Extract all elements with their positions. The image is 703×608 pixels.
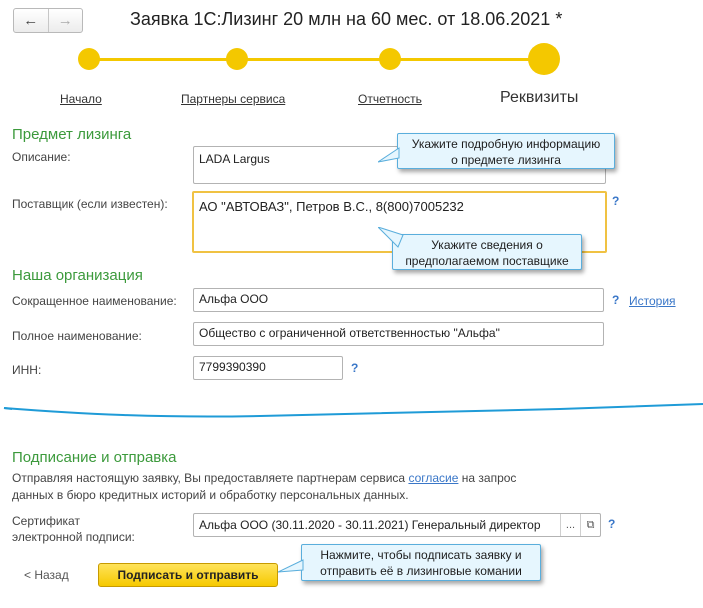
callout-supplier-line2: предполагаемом поставщике <box>405 254 569 268</box>
step-dot-details <box>528 43 560 75</box>
short-name-help-icon[interactable]: ? <box>612 293 619 307</box>
section-title-subject: Предмет лизинга <box>12 126 132 143</box>
consent-text: Отправляя настоящую заявку, Вы предостав… <box>12 470 612 504</box>
cert-value: Альфа ООО (30.11.2020 - 30.11.2021) Гене… <box>199 518 541 532</box>
supplier-help-icon[interactable]: ? <box>612 194 619 208</box>
wave-divider <box>3 403 703 418</box>
step-dot-start[interactable] <box>78 48 100 70</box>
full-name-input[interactable]: Общество с ограниченной ответственностью… <box>193 322 604 346</box>
callout-supplier-pointer <box>378 227 404 248</box>
section-title-org: Наша организация <box>12 267 143 284</box>
cert-select-button[interactable]: ... <box>560 514 580 536</box>
forward-arrow-icon[interactable]: → <box>47 9 83 32</box>
callout-description-line1: Укажите подробную информацию <box>411 137 601 151</box>
cert-open-icon[interactable]: ⧉ <box>580 514 600 536</box>
page-title: Заявка 1С:Лизинг 20 млн на 60 мес. от 18… <box>130 9 563 29</box>
callout-sign-line1: Нажмите, чтобы подписать заявку и <box>320 548 522 562</box>
consent-text-after: на запрос <box>458 471 517 485</box>
section-title-signing: Подписание и отправка <box>12 449 177 466</box>
short-name-input[interactable]: Альфа ООО <box>193 288 604 312</box>
callout-description-line2: о предмете лизинга <box>451 153 561 167</box>
callout-sign-pointer <box>278 559 304 573</box>
history-link[interactable]: История <box>629 294 676 308</box>
cert-select[interactable]: Альфа ООО (30.11.2020 - 30.11.2021) Гене… <box>193 513 601 537</box>
step-dot-reports[interactable] <box>379 48 401 70</box>
step-label-reports[interactable]: Отчетность <box>358 92 422 106</box>
cert-label: Сертификат электронной подписи: <box>12 513 135 545</box>
short-name-label: Сокращенное наименование: <box>12 294 177 308</box>
callout-description-pointer <box>378 147 400 163</box>
step-label-details: Реквизиты <box>500 89 579 106</box>
step-label-start[interactable]: Начало <box>60 92 102 106</box>
consent-link[interactable]: согласие <box>408 471 458 485</box>
inn-input[interactable]: 7799390390 <box>193 356 343 380</box>
callout-sign-line2: отправить её в лизинговые комании <box>320 564 522 578</box>
inn-label: ИНН: <box>12 363 42 377</box>
full-name-label: Полное наименование: <box>12 329 142 343</box>
consent-text-line2: данных в бюро кредитных историй и обрабо… <box>12 488 409 502</box>
back-arrow-icon[interactable]: ← <box>14 9 48 32</box>
callout-description: Укажите подробную информацию о предмете … <box>397 133 615 169</box>
step-dot-partners[interactable] <box>226 48 248 70</box>
cert-label-line2: электронной подписи: <box>12 530 135 544</box>
cert-label-line1: Сертификат <box>12 514 80 528</box>
cert-help-icon[interactable]: ? <box>608 517 615 531</box>
consent-text-before: Отправляя настоящую заявку, Вы предостав… <box>12 471 409 485</box>
back-button[interactable]: < Назад <box>24 568 69 582</box>
supplier-label: Поставщик (если известен): <box>12 197 168 211</box>
callout-sign: Нажмите, чтобы подписать заявку и отправ… <box>301 544 541 581</box>
description-label: Описание: <box>12 150 71 164</box>
step-label-partners[interactable]: Партнеры сервиса <box>181 92 285 106</box>
inn-help-icon[interactable]: ? <box>351 361 358 375</box>
nav-buttons: ← → <box>13 8 83 33</box>
callout-supplier-line1: Укажите сведения о <box>431 238 543 252</box>
sign-and-send-button[interactable]: Подписать и отправить <box>98 563 278 587</box>
stepper-line <box>88 58 543 61</box>
callout-supplier: Укажите сведения о предполагаемом постав… <box>392 234 582 270</box>
